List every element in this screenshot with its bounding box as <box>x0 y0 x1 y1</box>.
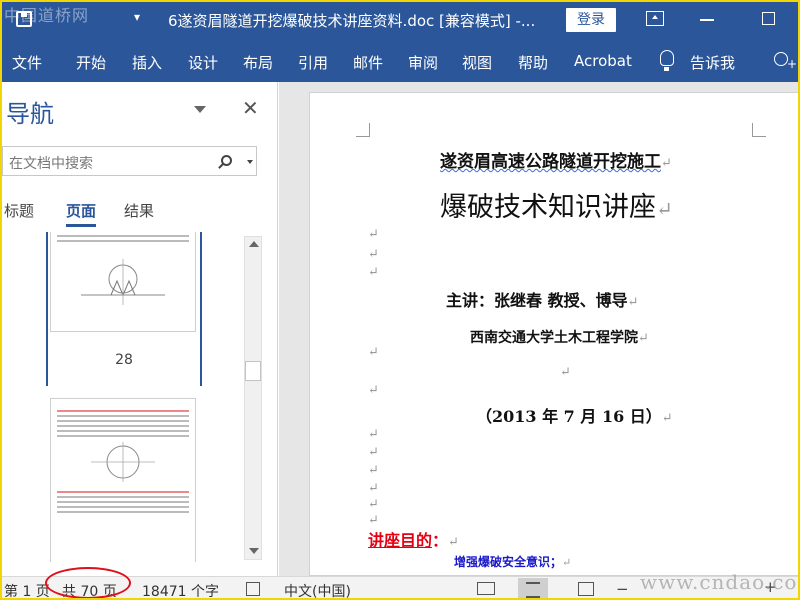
page-thumbnails: 28 <box>44 232 204 562</box>
document-area: 遂资眉高速公路隧道开挖施工↵ 爆破技术知识讲座↵ ↵ ↵ ↵ 主讲：张继春 教授… <box>279 82 800 576</box>
paragraph-mark: ↵ <box>368 383 379 398</box>
page-thumbnail-28[interactable] <box>50 232 196 332</box>
nav-tab-results[interactable]: 结果 <box>124 200 154 221</box>
paragraph-mark: ↵ <box>368 463 379 478</box>
document-page[interactable]: 遂资眉高速公路隧道开挖施工↵ 爆破技术知识讲座↵ ↵ ↵ ↵ 主讲：张继春 教授… <box>309 92 800 576</box>
scroll-thumb[interactable] <box>245 361 261 381</box>
read-mode-icon[interactable] <box>477 582 495 595</box>
thumbnail-diagram-icon <box>91 442 155 482</box>
tab-layout[interactable]: 布局 <box>243 52 273 73</box>
page-thumbnail-29[interactable] <box>50 398 196 562</box>
tab-view[interactable]: 视图 <box>462 52 492 73</box>
paragraph-mark: ↵ <box>448 535 459 550</box>
nav-tab-pages[interactable]: 页面 <box>66 200 96 221</box>
title-bar: 中国道桥网 ▾ 6遂资眉隧道开挖爆破技术讲座资料.doc [兼容模式] -...… <box>0 0 800 40</box>
lecturer: 主讲：张继春 教授、博导 <box>446 291 628 310</box>
tab-home[interactable]: 开始 <box>76 52 106 73</box>
highlight-oval <box>45 567 131 599</box>
purpose-line: 讲座目的：↵ <box>368 527 459 551</box>
paragraph-mark: ↵ <box>627 295 639 310</box>
nav-tab-headings[interactable]: 标题 <box>4 200 34 221</box>
ribbon-display-icon[interactable] <box>646 11 664 26</box>
scroll-down-icon[interactable] <box>249 548 259 554</box>
doc-heading-small-line: 遂资眉高速公路隧道开挖施工↵ <box>440 147 672 172</box>
purpose-colon: ： <box>432 531 449 550</box>
paragraph-mark: ↵ <box>368 481 379 496</box>
watermark-bottom-right: www.cndao.com <box>640 570 800 594</box>
web-layout-icon[interactable] <box>578 582 594 596</box>
thumbnail-page-number: 28 <box>115 352 133 368</box>
tell-me-button[interactable]: 告诉我 <box>690 52 735 73</box>
lightbulb-icon[interactable] <box>660 50 674 71</box>
thumbnail-diagram-icon <box>81 259 165 305</box>
tab-mailings[interactable]: 邮件 <box>353 52 383 73</box>
margin-corner-mark <box>356 123 370 137</box>
paragraph-mark: ↵ <box>368 265 379 280</box>
margin-corner-mark <box>752 123 766 137</box>
paragraph-mark: ↵ <box>661 156 672 171</box>
goal-line: 增强爆破安全意识；↵ <box>454 553 571 570</box>
tab-help[interactable]: 帮助 <box>518 52 548 73</box>
zoom-out-button[interactable]: − <box>616 580 629 598</box>
nav-pane-title: 导航 <box>6 100 54 128</box>
date-line: （2013 年 7 月 16 日）↵ <box>476 403 673 427</box>
purpose-heading: 讲座目的 <box>368 531 433 550</box>
ribbon-tabs: 文件 开始 插入 设计 布局 引用 邮件 审阅 视图 帮助 Acrobat 告诉… <box>0 40 800 82</box>
search-options-chevron-icon[interactable] <box>247 160 253 164</box>
lecturer-line: 主讲：张继春 教授、博导↵ <box>446 287 638 311</box>
paragraph-mark: ↵ <box>562 556 572 569</box>
page-indicator[interactable]: 第 1 页 <box>4 581 50 600</box>
maximize-icon[interactable] <box>762 12 775 25</box>
minimize-icon[interactable] <box>700 19 714 21</box>
tab-design[interactable]: 设计 <box>188 52 218 73</box>
navigation-pane: 导航 ✕ 在文档中搜索 标题 页面 结果 28 <box>0 82 278 576</box>
search-placeholder: 在文档中搜索 <box>9 156 93 172</box>
menu-chevron-icon[interactable] <box>194 106 206 113</box>
tab-insert[interactable]: 插入 <box>132 52 162 73</box>
tab-file[interactable]: 文件 <box>12 52 42 73</box>
document-title: 6遂资眉隧道开挖爆破技术讲座资料.doc [兼容模式] -... <box>168 12 536 30</box>
goal-item: 增强爆破安全意识； <box>454 555 563 569</box>
paragraph-mark: ↵ <box>368 345 379 360</box>
paragraph-mark: ↵ <box>661 411 673 426</box>
paragraph-mark: ↵ <box>560 365 571 380</box>
doc-heading-small: 遂资眉高速公路隧道开挖施工 <box>440 152 661 172</box>
tab-acrobat[interactable]: Acrobat <box>574 52 632 70</box>
paragraph-mark: ↵ <box>368 227 379 242</box>
save-icon[interactable] <box>16 11 32 27</box>
paragraph-mark: ↵ <box>368 497 379 512</box>
macro-icon[interactable] <box>246 582 260 596</box>
login-button[interactable]: 登录 <box>566 8 616 32</box>
tab-review[interactable]: 审阅 <box>408 52 438 73</box>
active-tab-indicator <box>66 224 96 227</box>
doc-heading-big-line: 爆破技术知识讲座↵ <box>440 185 673 224</box>
close-icon[interactable]: ✕ <box>242 96 259 120</box>
paragraph-mark: ↵ <box>368 513 379 528</box>
search-icon[interactable] <box>221 155 232 166</box>
paragraph-mark: ↵ <box>638 331 649 346</box>
paragraph-mark: ↵ <box>368 247 379 262</box>
school-line: 西南交通大学土木工程学院↵ <box>470 327 649 347</box>
school: 西南交通大学土木工程学院 <box>470 330 638 346</box>
word-count[interactable]: 18471 个字 <box>142 581 219 600</box>
nav-search-input[interactable]: 在文档中搜索 <box>2 146 257 176</box>
print-layout-icon[interactable] <box>518 578 548 599</box>
paragraph-mark: ↵ <box>368 445 379 460</box>
language-indicator[interactable]: 中文(中国) <box>284 581 351 600</box>
paragraph-mark: ↵ <box>656 197 673 221</box>
scroll-up-icon[interactable] <box>249 241 259 247</box>
paragraph-mark: ↵ <box>368 427 379 442</box>
share-icon[interactable] <box>774 52 797 71</box>
thumbnail-scrollbar[interactable] <box>244 236 262 560</box>
tab-references[interactable]: 引用 <box>298 52 328 73</box>
doc-heading-big: 爆破技术知识讲座 <box>440 192 656 223</box>
lecture-date: （2013 年 7 月 16 日） <box>476 407 662 426</box>
quick-access-more-icon[interactable]: ▾ <box>134 10 140 24</box>
